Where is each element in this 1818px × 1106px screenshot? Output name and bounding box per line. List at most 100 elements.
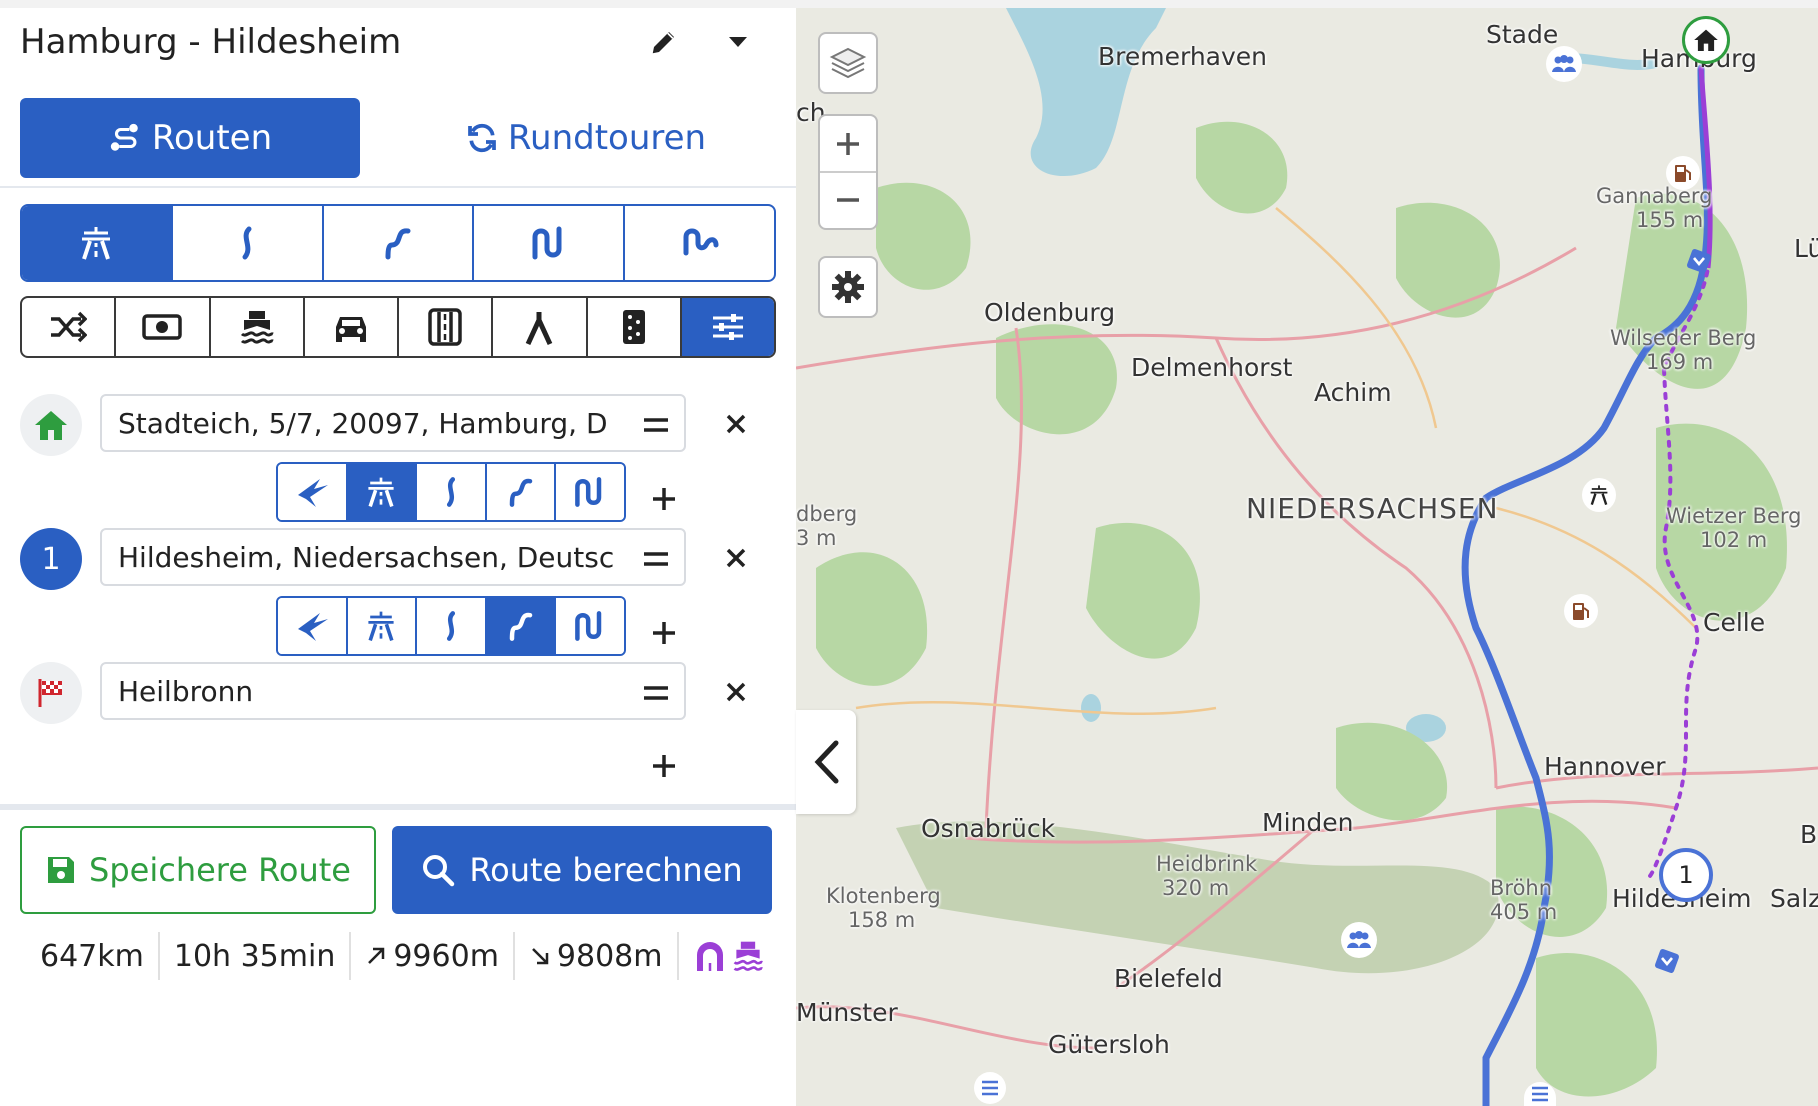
collapse-panel-button[interactable] <box>796 710 856 814</box>
peak-heidbrink-elev: 320 m <box>1162 876 1230 900</box>
curvier-icon <box>509 478 532 507</box>
chevron-left-icon <box>814 740 839 784</box>
mode-twisty-button[interactable] <box>472 206 623 280</box>
stat-warnings <box>676 932 779 980</box>
poi-list-marker-2[interactable] <box>1524 1082 1556 1106</box>
mode-curvier-button[interactable] <box>321 206 473 280</box>
layers-button[interactable] <box>818 32 878 94</box>
stat-duration: 10h 35min <box>157 932 349 980</box>
fuel-icon <box>1573 603 1589 620</box>
stat-ascent: 9960m <box>349 932 513 980</box>
map-view[interactable]: Bremerhaven Stade Hamburg Oldenburg Delm… <box>796 8 1818 1106</box>
tab-routes[interactable]: Routen <box>20 98 360 178</box>
segment-2-highway-button[interactable] <box>345 598 416 654</box>
caret-down-icon <box>729 37 747 47</box>
extra-twisty-icon <box>683 228 719 256</box>
poi-list-marker[interactable] <box>974 1072 1006 1104</box>
segment-1-curvy-button[interactable] <box>415 464 485 520</box>
toll-icon <box>142 314 183 340</box>
home-icon <box>35 411 67 440</box>
divider <box>0 804 796 810</box>
segment-2-curvier-button[interactable] <box>484 598 555 654</box>
list-icon <box>1532 1086 1548 1102</box>
waypoint-1-marker: 1 <box>20 528 82 590</box>
waypoint-1-remove-button[interactable] <box>716 538 756 578</box>
map-waypoint-1-marker[interactable]: 1 <box>1659 848 1713 902</box>
poi-group-marker[interactable] <box>1546 46 1582 82</box>
ascent-value: 9960m <box>393 938 499 974</box>
option-car-button[interactable] <box>302 298 397 356</box>
edit-title-button[interactable] <box>646 24 682 60</box>
title-actions <box>646 24 756 60</box>
swallow-icon <box>297 613 328 641</box>
segment-1-curvier-button[interactable] <box>484 464 555 520</box>
peak-wietzer: Wietzer Berg 102 m <box>1666 504 1801 552</box>
zoom-in-button[interactable] <box>820 117 876 173</box>
segment-2-twisty-button[interactable] <box>554 598 624 654</box>
poi-group-marker-2[interactable] <box>1341 922 1377 958</box>
minus-icon <box>837 198 859 202</box>
fuel-station-marker[interactable] <box>1666 156 1700 190</box>
peak-heidbrink: Heidbrink 320 m <box>1156 852 1257 900</box>
route-style-selector <box>20 204 776 282</box>
fuel-station-marker-2[interactable] <box>1564 594 1598 628</box>
option-ferry-button[interactable] <box>208 298 303 356</box>
waypoint-start-drag-handle[interactable] <box>636 405 676 445</box>
option-shuffle-button[interactable] <box>22 298 114 356</box>
segment-2-curvy-button[interactable] <box>415 598 485 654</box>
waypoint-start-input[interactable] <box>100 394 686 452</box>
zoom-out-button[interactable] <box>820 173 876 227</box>
waypoint-end-input[interactable] <box>100 662 686 720</box>
add-waypoint-end-button[interactable] <box>644 746 684 786</box>
segment-1-style-selector <box>276 462 626 522</box>
settings-sliders-icon <box>712 314 743 340</box>
map-start-marker[interactable] <box>1682 16 1730 64</box>
option-dirt-road-button[interactable] <box>585 298 680 356</box>
option-unpaved-button[interactable] <box>491 298 585 356</box>
calculate-route-button[interactable]: Route berechnen <box>392 826 772 914</box>
title-dropdown-button[interactable] <box>720 24 756 60</box>
add-waypoint-2-button[interactable] <box>644 613 684 653</box>
map-label-hannover: Hannover <box>1544 752 1666 781</box>
highway-icon <box>1590 485 1608 505</box>
add-waypoint-1-button[interactable] <box>644 479 684 519</box>
waypoint-1-input[interactable] <box>100 528 686 586</box>
mode-curvy-button[interactable] <box>170 206 322 280</box>
segment-2-fast-button[interactable] <box>278 598 346 654</box>
option-tunnel-button[interactable] <box>397 298 491 356</box>
save-route-label: Speichere Route <box>89 851 351 889</box>
highway-rest-marker[interactable] <box>1582 478 1616 512</box>
equals-icon <box>644 686 668 700</box>
waypoint-1-drag-handle[interactable] <box>636 539 676 579</box>
save-route-button[interactable]: Speichere Route <box>20 826 376 914</box>
map-settings-button[interactable] <box>818 256 878 318</box>
option-toll-button[interactable] <box>114 298 208 356</box>
gear-icon <box>832 271 864 303</box>
segment-1-highway-button[interactable] <box>345 464 416 520</box>
option-settings-button[interactable] <box>679 298 774 356</box>
peak-broehn-name: Bröhn <box>1490 876 1553 900</box>
direction-marker <box>1686 248 1712 274</box>
map-label-region: NIEDERSACHSEN <box>1246 492 1499 525</box>
waypoint-end-drag-handle[interactable] <box>636 673 676 713</box>
mode-highway-button[interactable] <box>22 206 171 280</box>
peak-klotenberg-name: Klotenberg <box>826 884 941 908</box>
tab-roundtrips[interactable]: Rundtouren <box>396 98 776 178</box>
segment-2-style-selector <box>276 596 626 656</box>
waypoint-start-remove-button[interactable] <box>716 404 756 444</box>
peak-klotenberg-elev: 158 m <box>848 908 916 932</box>
peak-wilseder: Wilseder Berg 169 m <box>1610 326 1756 374</box>
waypoint-end-remove-button[interactable] <box>716 672 756 712</box>
close-icon <box>726 682 746 702</box>
people-icon <box>1347 931 1371 948</box>
ferry-warning-icon <box>733 941 763 971</box>
map-label-oldenburg: Oldenburg <box>984 298 1116 327</box>
segment-1-twisty-button[interactable] <box>554 464 624 520</box>
map-label-guetersloh: Gütersloh <box>1048 1030 1170 1059</box>
waypoint-start-marker <box>20 394 82 456</box>
mode-extra-twisty-button[interactable] <box>623 206 774 280</box>
equals-icon <box>644 552 668 566</box>
sync-icon <box>468 123 496 153</box>
segment-1-fast-button[interactable] <box>278 464 346 520</box>
list-icon <box>982 1080 998 1096</box>
